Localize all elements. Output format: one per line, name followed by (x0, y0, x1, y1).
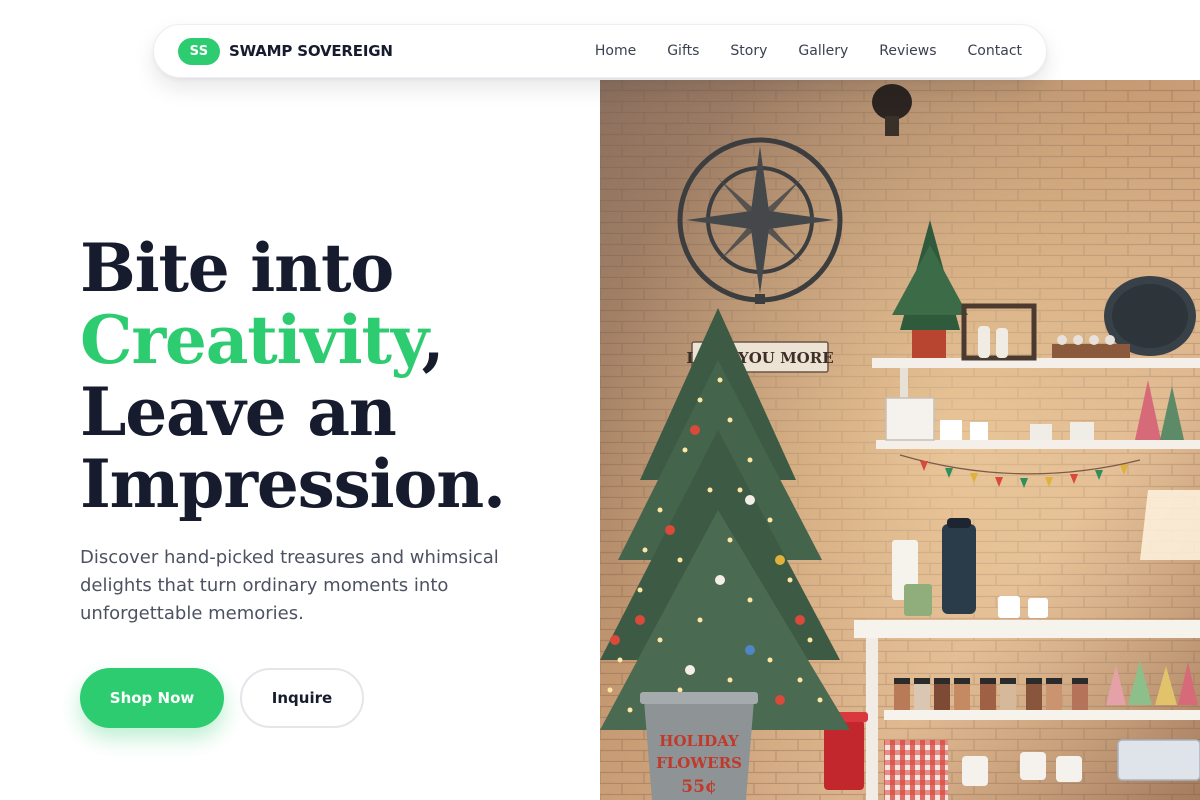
hero-title: Bite into Creativity, Leave an Impressio… (80, 232, 580, 520)
bucket-text-3: 55¢ (681, 777, 717, 797)
nav-links: Home Gifts Story Gallery Reviews Contact (595, 43, 1022, 59)
brand-badge: SS (178, 37, 220, 65)
hero-title-line4: Impression. (80, 445, 506, 523)
nav-link-story[interactable]: Story (730, 43, 767, 59)
nav-link-reviews[interactable]: Reviews (879, 43, 936, 59)
brand-logo[interactable]: SS SWAMP SOVEREIGN (178, 37, 393, 65)
nav-link-gifts[interactable]: Gifts (667, 43, 699, 59)
nav-link-home[interactable]: Home (595, 43, 636, 59)
nav-link-contact[interactable]: Contact (968, 43, 1022, 59)
shop-now-button[interactable]: Shop Now (80, 668, 224, 728)
bucket-text-2: FLOWERS (656, 754, 742, 772)
hero-title-accent: Creativity (80, 301, 423, 379)
nav-link-gallery[interactable]: Gallery (798, 43, 848, 59)
compass-clock-icon (677, 137, 843, 304)
hero-image: LOVE YOU MORE HOLIDAY FLOWERS 55¢ (600, 80, 1200, 800)
hero-subtitle: Discover hand-picked treasures and whims… (80, 547, 499, 624)
hero-title-line3: Leave an (80, 373, 397, 451)
brand-name: SWAMP SOVEREIGN (229, 42, 393, 60)
navbar: SS SWAMP SOVEREIGN Home Gifts Story Gall… (153, 24, 1047, 78)
inquire-button[interactable]: Inquire (240, 668, 364, 728)
hero-title-line1: Bite into (80, 229, 394, 307)
bucket-text-1: HOLIDAY (659, 732, 739, 750)
jar-row (894, 678, 1088, 710)
hero-title-comma: , (421, 301, 445, 379)
shop-scene: LOVE YOU MORE HOLIDAY FLOWERS 55¢ (600, 80, 1200, 800)
